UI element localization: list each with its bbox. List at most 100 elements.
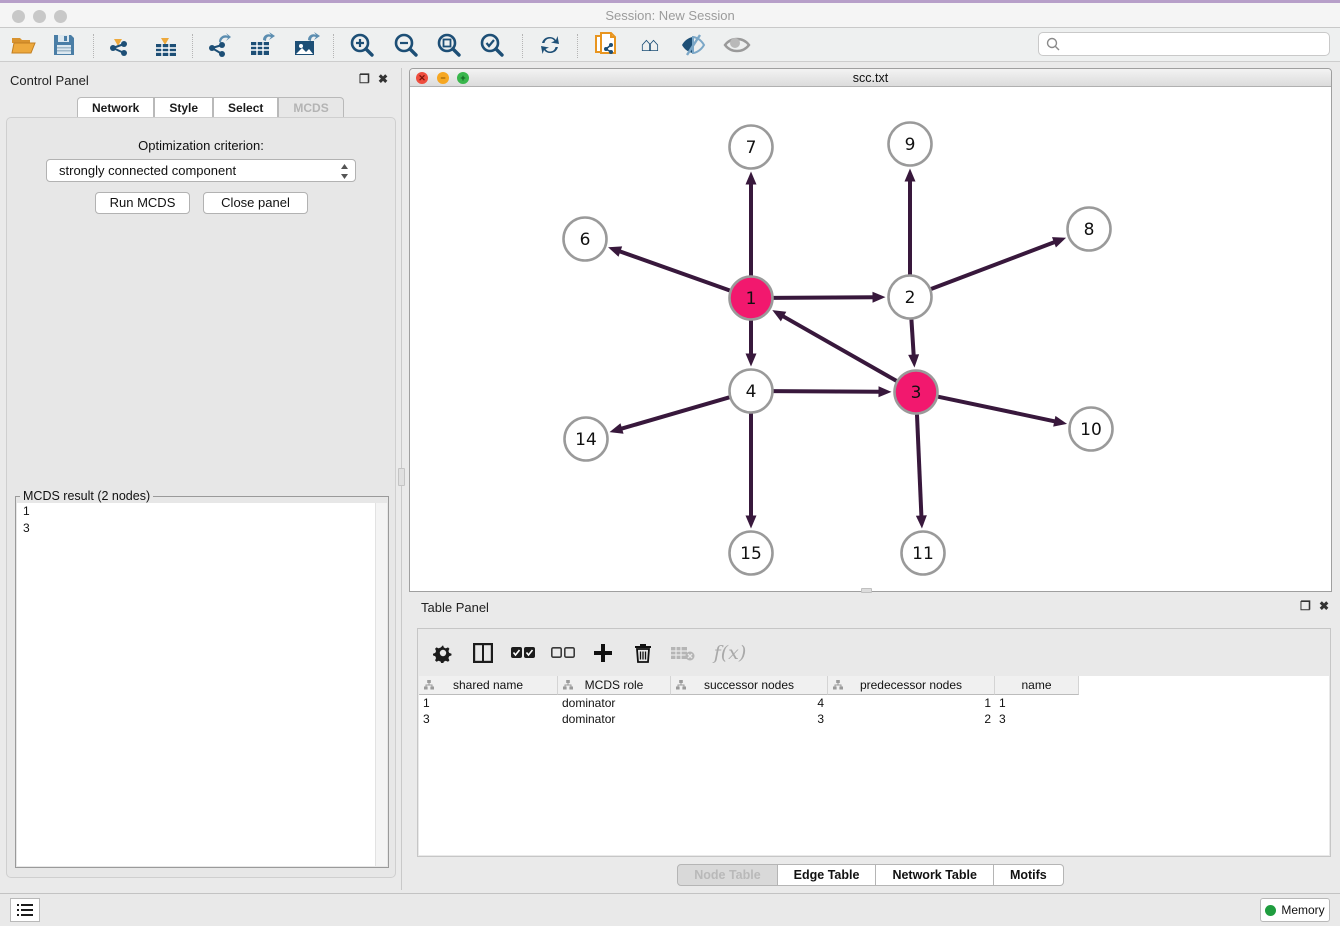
table-cell[interactable]: dominator <box>558 711 671 727</box>
table-row[interactable]: 3dominator323 <box>419 711 1329 727</box>
float-panel-icon[interactable]: ❐ <box>359 72 370 86</box>
close-table-panel-icon[interactable]: ✖ <box>1319 599 1329 613</box>
table-settings-gear-icon[interactable] <box>430 639 456 667</box>
zoom-in-icon[interactable] <box>346 28 378 62</box>
edge-2-3[interactable] <box>911 319 913 356</box>
network-window-titlebar[interactable]: ✕ − + scc.txt <box>410 69 1331 87</box>
split-panel-icon[interactable] <box>470 639 496 667</box>
tab-network[interactable]: Network <box>77 97 154 118</box>
tab-node-table[interactable]: Node Table <box>677 864 777 886</box>
zoom-fit-icon[interactable] <box>433 28 465 62</box>
column-header-MCDS-role[interactable]: MCDS role <box>558 676 671 695</box>
edge-1-2[interactable] <box>773 297 874 298</box>
mcds-result-list[interactable]: 13 <box>17 503 387 866</box>
task-history-button[interactable] <box>10 898 40 922</box>
network-window-title: scc.txt <box>410 71 1331 85</box>
optimization-criterion-dropdown[interactable]: strongly connected component <box>46 159 356 182</box>
clone-network-icon[interactable] <box>589 28 623 62</box>
delete-column-icon[interactable] <box>630 639 656 667</box>
edge-arrowhead <box>608 246 622 256</box>
refresh-icon[interactable] <box>534 28 566 62</box>
export-table-icon[interactable] <box>246 28 280 62</box>
float-table-panel-icon[interactable]: ❐ <box>1300 599 1311 613</box>
table-cell[interactable]: 3 <box>671 711 828 727</box>
open-folder-icon[interactable] <box>8 28 40 62</box>
import-table-icon[interactable] <box>150 28 182 62</box>
node-label-2: 2 <box>905 288 916 308</box>
deselect-all-columns-icon[interactable] <box>550 639 576 667</box>
node-label-11: 11 <box>912 544 934 564</box>
close-panel-button[interactable]: Close panel <box>203 192 308 214</box>
edge-4-14[interactable] <box>620 397 729 429</box>
add-column-icon[interactable] <box>590 639 616 667</box>
table-row[interactable]: 1dominator411 <box>419 695 1329 711</box>
edge-arrowhead <box>905 169 916 182</box>
column-header-predecessor-nodes[interactable]: predecessor nodes <box>828 676 995 695</box>
network-canvas[interactable]: 7968124314101511 <box>410 87 1331 591</box>
node-label-8: 8 <box>1084 220 1095 240</box>
window-title: Session: New Session <box>0 8 1340 23</box>
edge-arrowhead <box>746 172 757 185</box>
edge-3-11[interactable] <box>917 414 921 517</box>
close-panel-icon[interactable]: ✖ <box>378 72 388 86</box>
dropdown-value: strongly connected component <box>59 163 236 178</box>
tab-style[interactable]: Style <box>154 97 213 118</box>
edge-1-6[interactable] <box>618 251 729 291</box>
edge-3-10[interactable] <box>938 397 1056 422</box>
table-panel-title: Table Panel <box>421 600 489 615</box>
edge-arrowhead <box>908 354 919 367</box>
mcds-result-line: 1 <box>17 503 387 520</box>
save-icon[interactable] <box>48 28 80 62</box>
run-mcds-button[interactable]: Run MCDS <box>95 192 190 214</box>
export-network-icon[interactable] <box>202 28 236 62</box>
panel-divider-grip[interactable] <box>398 468 405 486</box>
table-cell[interactable]: dominator <box>558 695 671 711</box>
table-cell[interactable]: 3 <box>995 711 1079 727</box>
table-toolbar: f(x) <box>418 629 1330 676</box>
column-header-name[interactable]: name <box>995 676 1079 695</box>
node-label-1: 1 <box>746 289 757 309</box>
tab-network-table[interactable]: Network Table <box>876 864 994 886</box>
show-details-icon[interactable] <box>720 28 754 62</box>
tab-select[interactable]: Select <box>213 97 278 118</box>
table-cell[interactable]: 3 <box>419 711 558 727</box>
edge-3-1[interactable] <box>782 316 897 381</box>
mcds-result-title: MCDS result (2 nodes) <box>20 489 153 503</box>
import-network-icon[interactable] <box>103 28 135 62</box>
table-cell[interactable]: 4 <box>671 695 828 711</box>
table-cell[interactable]: 1 <box>828 695 995 711</box>
export-image-icon[interactable] <box>290 28 324 62</box>
table-header-row: shared nameMCDS rolesuccessor nodesprede… <box>419 676 1329 695</box>
edge-2-8[interactable] <box>931 242 1056 289</box>
column-header-successor-nodes[interactable]: successor nodes <box>671 676 828 695</box>
edge-arrowhead <box>746 354 757 367</box>
edge-4-3[interactable] <box>773 391 880 392</box>
zoom-selected-icon[interactable] <box>476 28 508 62</box>
search-input[interactable] <box>1065 37 1329 51</box>
mcds-result-scrollbar[interactable] <box>375 503 387 866</box>
tab-mcds[interactable]: MCDS <box>278 97 343 118</box>
mcds-result-box: MCDS result (2 nodes) 13 <box>15 496 389 868</box>
control-panel: Control Panel ❐ ✖ NetworkStyleSelectMCDS… <box>0 68 402 890</box>
memory-button[interactable]: Memory <box>1260 898 1330 922</box>
control-panel-title: Control Panel <box>10 73 89 88</box>
node-label-7: 7 <box>746 138 757 158</box>
hide-details-icon[interactable] <box>676 28 710 62</box>
select-all-columns-icon[interactable] <box>510 639 536 667</box>
application-window: Session: New Session <box>0 0 1340 926</box>
first-neighbors-icon[interactable]: ⌂⌂ <box>633 28 667 62</box>
search-box[interactable] <box>1038 32 1330 56</box>
node-label-4: 4 <box>746 382 757 402</box>
table-cell[interactable]: 2 <box>828 711 995 727</box>
column-header-shared-name[interactable]: shared name <box>419 676 558 695</box>
table-cell[interactable]: 1 <box>995 695 1079 711</box>
table-cell[interactable]: 1 <box>419 695 558 711</box>
zoom-out-icon[interactable] <box>390 28 422 62</box>
tab-motifs[interactable]: Motifs <box>994 864 1064 886</box>
horizontal-divider-grip[interactable] <box>861 588 872 593</box>
node-table[interactable]: shared nameMCDS rolesuccessor nodesprede… <box>419 676 1329 855</box>
network-graph[interactable]: 7968124314101511 <box>410 87 1331 592</box>
dropdown-arrows-icon <box>340 163 349 183</box>
table-panel: Table Panel ❐ ✖ <box>409 595 1332 890</box>
tab-edge-table[interactable]: Edge Table <box>778 864 877 886</box>
